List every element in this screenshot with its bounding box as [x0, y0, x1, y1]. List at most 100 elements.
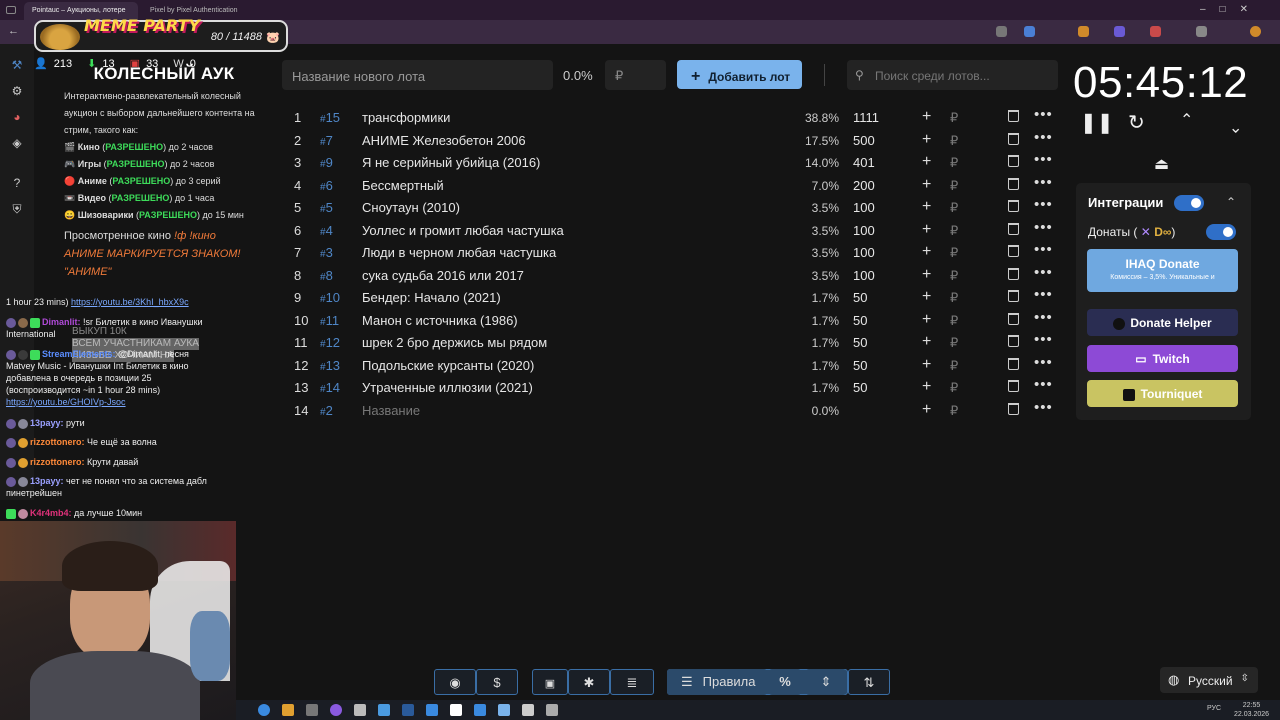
- add-amount-button[interactable]: +: [922, 131, 931, 149]
- help-icon[interactable]: ?: [9, 176, 25, 192]
- extra-amount-input[interactable]: ₽: [950, 178, 958, 194]
- trash-icon[interactable]: [1008, 200, 1019, 212]
- tourniquet-button[interactable]: Tourniquet: [1087, 380, 1238, 407]
- lot-name-input[interactable]: Название: [362, 403, 420, 418]
- trash-icon[interactable]: [1008, 110, 1019, 122]
- collapse-panel-icon[interactable]: ⏏: [1154, 154, 1169, 174]
- lot-amount-input[interactable]: 401: [853, 155, 875, 170]
- trash-icon[interactable]: [1008, 380, 1019, 392]
- extension-icon[interactable]: [1024, 26, 1035, 37]
- restart-icon[interactable]: ↻: [1128, 110, 1145, 135]
- lot-amount-input[interactable]: 50: [853, 313, 867, 328]
- new-lot-name-input[interactable]: Название нового лота: [282, 60, 553, 90]
- trash-icon[interactable]: [1008, 177, 1019, 190]
- taskbar-app-icon[interactable]: [378, 704, 390, 716]
- extra-amount-input[interactable]: ₽: [950, 358, 958, 374]
- taskbar-app-icon[interactable]: [282, 704, 294, 716]
- add-amount-button[interactable]: +: [922, 311, 931, 329]
- more-options-icon[interactable]: •••: [1034, 196, 1053, 213]
- lot-name-input[interactable]: шрек 2 бро держись мы рядом: [362, 335, 547, 350]
- extra-amount-input[interactable]: ₽: [950, 110, 958, 126]
- donate-button[interactable]: $: [476, 669, 518, 695]
- trash-icon[interactable]: [1008, 245, 1019, 257]
- more-options-icon[interactable]: •••: [1034, 129, 1053, 146]
- taskbar-app-icon[interactable]: [450, 704, 462, 716]
- lot-name-input[interactable]: Я не серийный убийца (2016): [362, 155, 540, 170]
- lot-name-input[interactable]: Сноутаун (2010): [362, 200, 460, 215]
- taskbar-app-icon[interactable]: [498, 704, 510, 716]
- add-amount-button[interactable]: +: [922, 176, 931, 194]
- more-options-icon[interactable]: •••: [1034, 219, 1053, 236]
- trash-icon[interactable]: [1008, 155, 1019, 167]
- lot-name-input[interactable]: Уоллес и громит любая частушка: [362, 223, 564, 238]
- add-amount-button[interactable]: +: [922, 243, 931, 261]
- rules-button[interactable]: ☰ Правила: [667, 669, 767, 695]
- donations-toggle[interactable]: [1206, 224, 1236, 240]
- trash-icon[interactable]: [1008, 290, 1019, 302]
- lot-amount-input[interactable]: 100: [853, 268, 875, 283]
- bug-button[interactable]: ✱: [568, 669, 610, 695]
- system-clock[interactable]: 22:55 22.03.2026: [1234, 701, 1269, 719]
- add-amount-button[interactable]: +: [922, 401, 931, 419]
- compress-button[interactable]: ⇕: [806, 669, 846, 695]
- lot-amount-input[interactable]: 1111: [853, 110, 879, 125]
- add-lot-button[interactable]: + Добавить лот: [677, 60, 802, 89]
- lot-amount-input[interactable]: 200: [853, 178, 875, 193]
- lot-amount-input[interactable]: 100: [853, 223, 875, 238]
- extension-icon[interactable]: [996, 26, 1007, 37]
- github-button[interactable]: ◉: [434, 669, 476, 695]
- new-lot-cost-input[interactable]: ₽: [605, 60, 666, 90]
- add-amount-button[interactable]: +: [922, 378, 931, 396]
- extension-icon[interactable]: [1078, 26, 1089, 37]
- layers-icon[interactable]: ◈: [9, 136, 25, 152]
- more-options-icon[interactable]: •••: [1034, 264, 1053, 281]
- extension-icon[interactable]: [1114, 26, 1125, 37]
- lot-name-input[interactable]: Бессмертный: [362, 178, 444, 193]
- profile-icon[interactable]: [1250, 26, 1261, 37]
- trash-icon[interactable]: [1008, 132, 1019, 145]
- chevron-down-icon[interactable]: ⌃: [1229, 116, 1242, 136]
- integrations-toggle[interactable]: [1174, 195, 1204, 211]
- taskbar-app-icon[interactable]: [402, 704, 414, 716]
- taskbar-app-icon[interactable]: [306, 704, 318, 716]
- lot-name-input[interactable]: Подольские курсанты (2020): [362, 358, 534, 373]
- donate-helper-button[interactable]: Donate Helper: [1087, 309, 1238, 336]
- add-amount-button[interactable]: +: [922, 198, 931, 216]
- more-options-icon[interactable]: •••: [1034, 331, 1053, 348]
- taskbar-app-icon[interactable]: [546, 704, 558, 716]
- extension-icon[interactable]: [1150, 26, 1161, 37]
- taskbar-app-icon[interactable]: [426, 704, 438, 716]
- shield-icon[interactable]: ⛨: [9, 202, 25, 218]
- window-controls[interactable]: ‒□✕: [1200, 4, 1262, 15]
- lot-amount-input[interactable]: 50: [853, 358, 867, 373]
- extra-amount-input[interactable]: ₽: [950, 133, 958, 149]
- lot-name-input[interactable]: Люди в черном любая частушка: [362, 245, 556, 260]
- pause-icon[interactable]: ❚❚: [1080, 110, 1114, 135]
- add-amount-button[interactable]: +: [922, 108, 931, 126]
- extra-amount-input[interactable]: ₽: [950, 200, 958, 216]
- trash-icon[interactable]: [1008, 312, 1019, 325]
- more-options-icon[interactable]: •••: [1034, 241, 1053, 258]
- lot-name-input[interactable]: Бендер: Начало (2021): [362, 290, 501, 305]
- lot-amount-input[interactable]: 50: [853, 290, 867, 305]
- trash-icon[interactable]: [1008, 335, 1019, 347]
- extension-icon[interactable]: [1196, 26, 1207, 37]
- lot-amount-input[interactable]: 100: [853, 245, 875, 260]
- language-select[interactable]: ◍ Русский ⇳: [1160, 667, 1258, 693]
- taskbar-app-icon[interactable]: [330, 704, 342, 716]
- add-amount-button[interactable]: +: [922, 221, 931, 239]
- add-amount-button[interactable]: +: [922, 266, 931, 284]
- lot-name-input[interactable]: трансформики: [362, 110, 450, 125]
- extra-amount-input[interactable]: ₽: [950, 155, 958, 171]
- save-button[interactable]: ▣: [532, 669, 568, 695]
- gear-icon[interactable]: ⚙: [9, 84, 25, 100]
- more-options-icon[interactable]: •••: [1034, 354, 1053, 371]
- taskbar-app-icon[interactable]: [522, 704, 534, 716]
- search-input[interactable]: ⚲ Поиск среди лотов...: [847, 60, 1058, 90]
- taskbar-app-icon[interactable]: [354, 704, 366, 716]
- percent-toggle[interactable]: %: [769, 669, 801, 695]
- input-language[interactable]: РУС: [1207, 705, 1221, 712]
- sort-button[interactable]: ⇅: [848, 669, 890, 695]
- taskbar-app-icon[interactable]: [474, 704, 486, 716]
- wheel-icon[interactable]: ◕: [9, 110, 25, 126]
